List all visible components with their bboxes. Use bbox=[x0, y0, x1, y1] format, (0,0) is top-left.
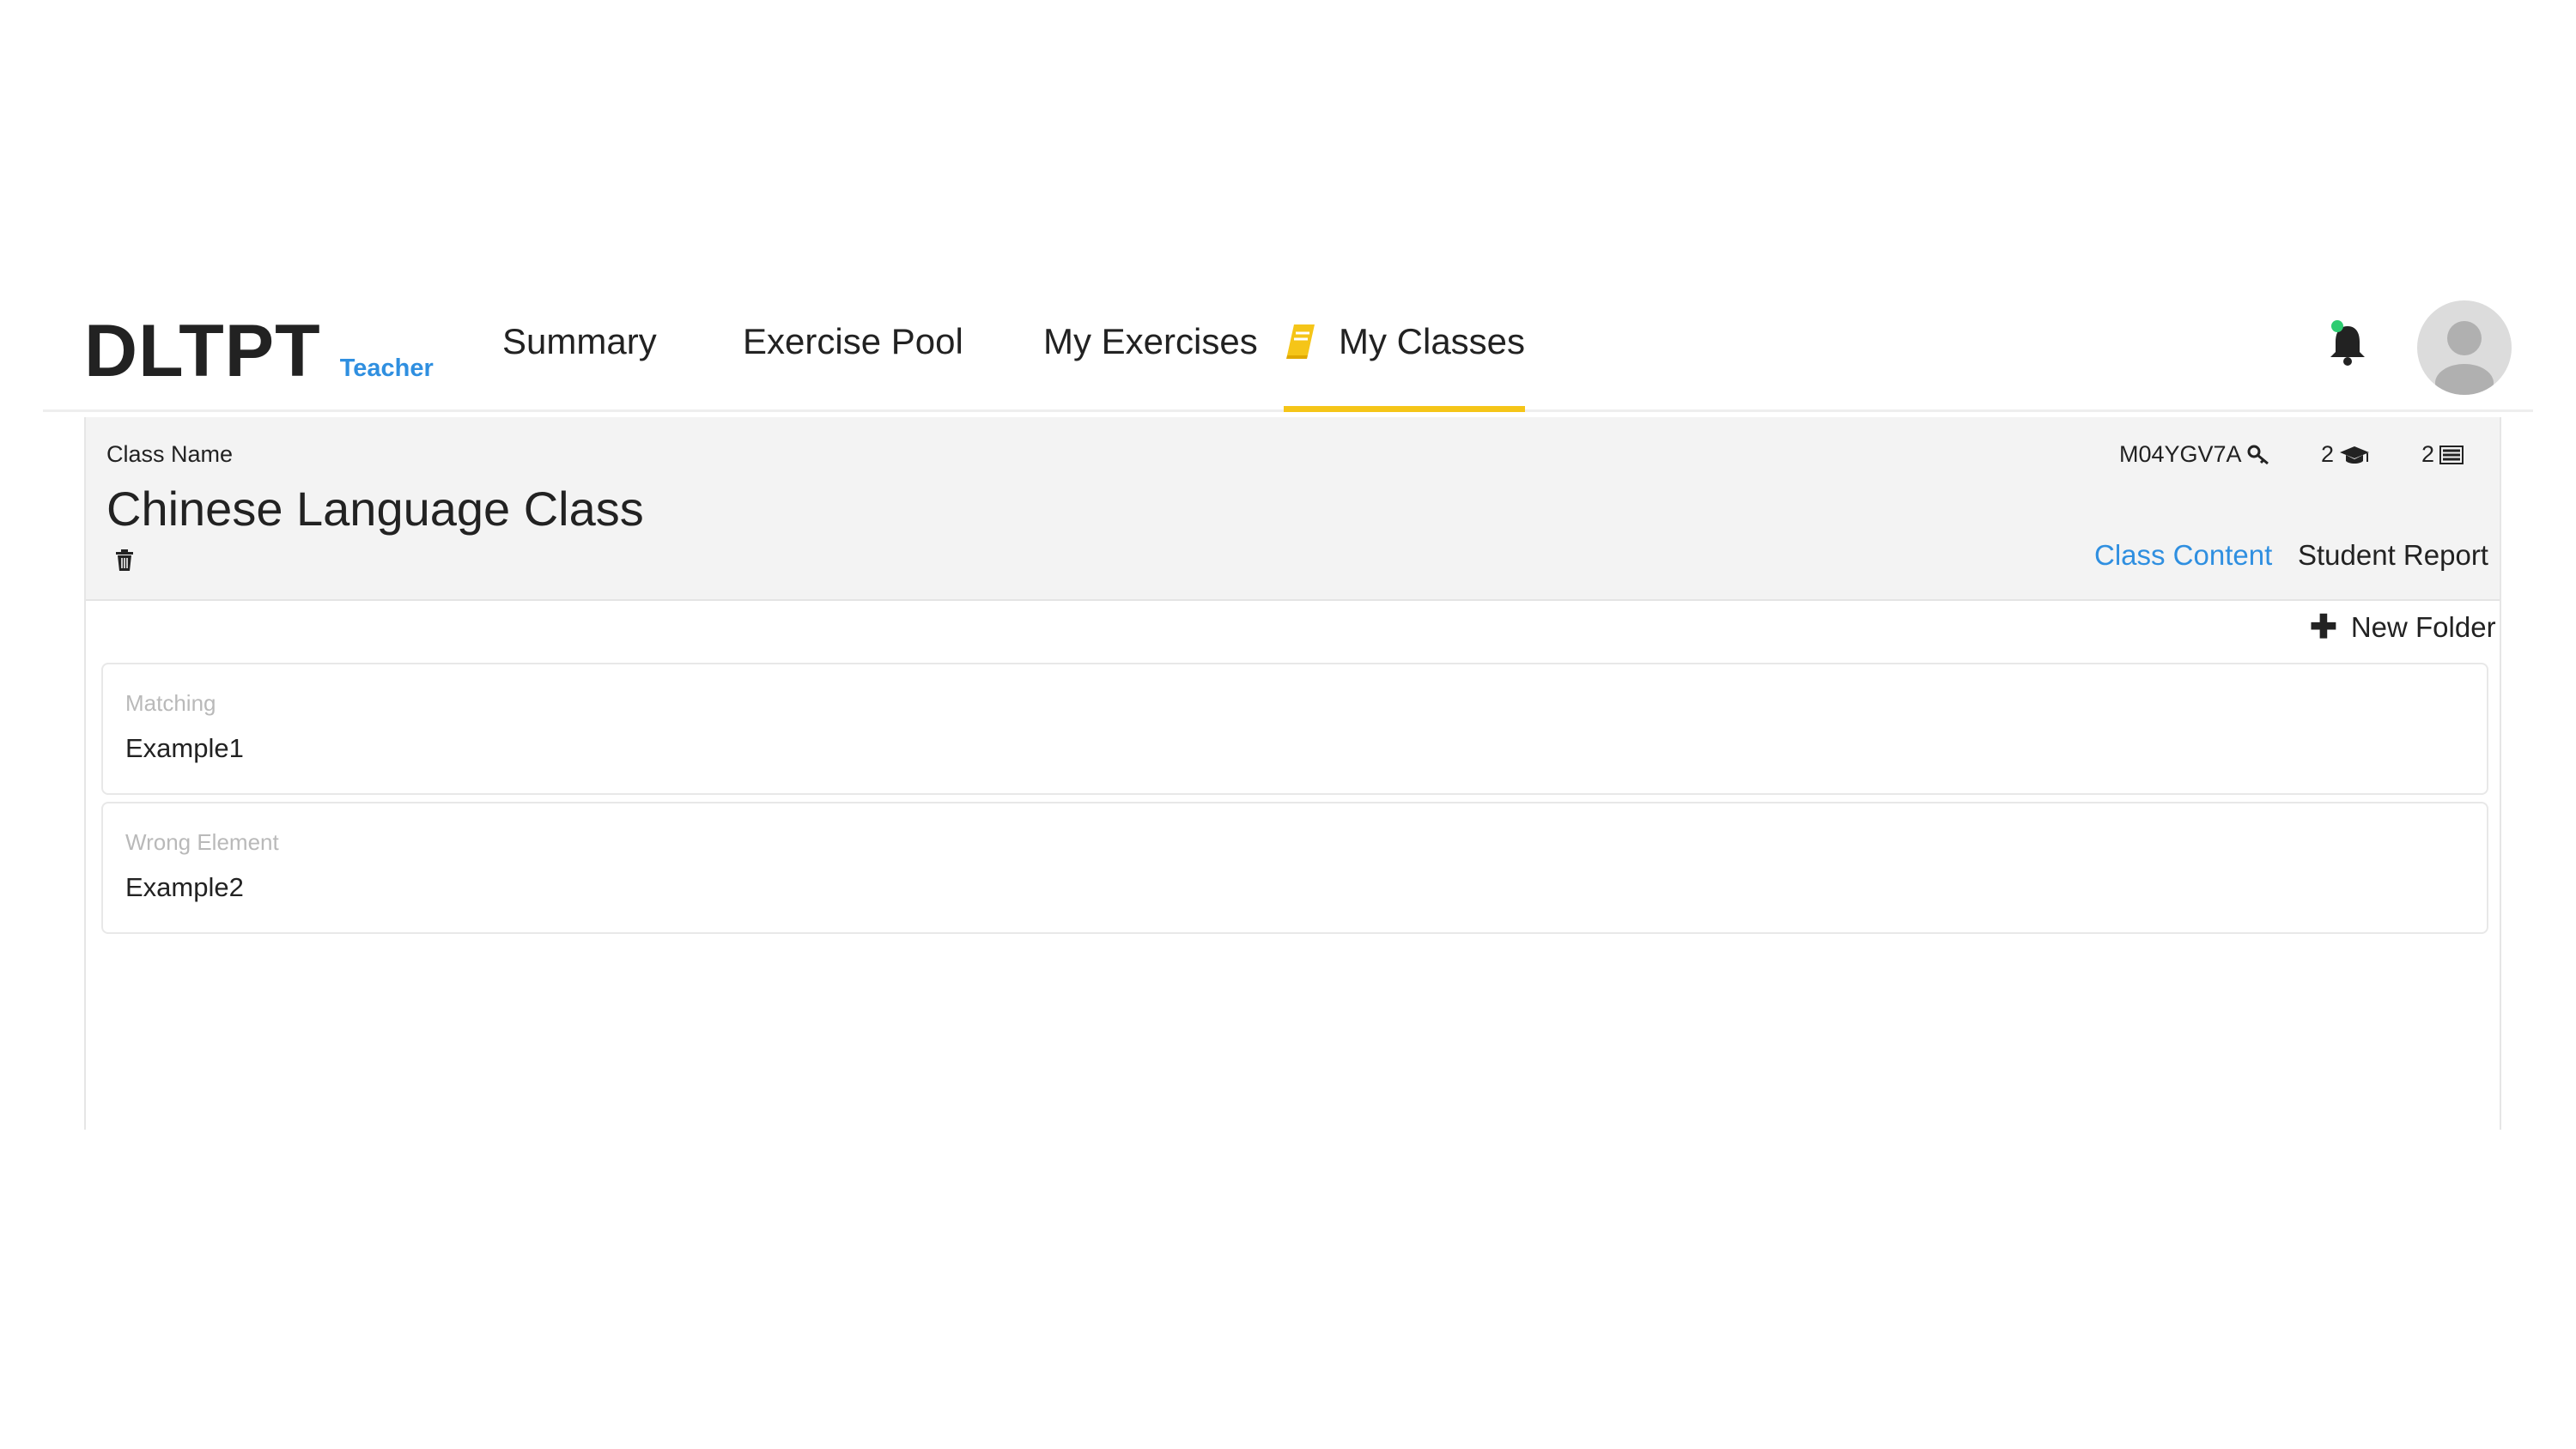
nav-my-exercises-label: My Exercises bbox=[1043, 321, 1258, 361]
nav-exercise-pool-label: Exercise Pool bbox=[743, 321, 963, 361]
class-title: Chinese Language Class bbox=[106, 482, 644, 536]
folder-item[interactable]: Matching Example1 bbox=[101, 663, 2488, 795]
key-icon bbox=[2247, 445, 2269, 464]
app-root: DLTPT Teacher Summary Exercise Pool My E… bbox=[0, 0, 2576, 1449]
graduation-cap-icon bbox=[2340, 446, 2370, 464]
nav-my-classes-label: My Classes bbox=[1339, 321, 1526, 361]
trash-icon[interactable] bbox=[115, 549, 134, 572]
exercise-count-value: 2 bbox=[2421, 441, 2435, 467]
class-code[interactable]: M04YGV7A bbox=[2119, 441, 2269, 468]
exercise-count: 2 bbox=[2421, 441, 2464, 468]
nav-summary[interactable]: Summary bbox=[502, 321, 657, 412]
tab-student-report[interactable]: Student Report bbox=[2298, 539, 2488, 572]
top-navbar: DLTPT Teacher Summary Exercise Pool My E… bbox=[43, 292, 2533, 412]
folder-name: Example2 bbox=[125, 872, 244, 902]
tab-class-content[interactable]: Class Content bbox=[2094, 539, 2272, 572]
class-code-value: M04YGV7A bbox=[2119, 441, 2242, 467]
user-silhouette-icon bbox=[2435, 321, 2494, 395]
brand-logo: DLTPT bbox=[84, 310, 321, 392]
active-tab-indicator bbox=[1284, 406, 1526, 412]
user-avatar[interactable] bbox=[2417, 300, 2512, 395]
folder-list: Matching Example1 Wrong Element Example2 bbox=[101, 663, 2488, 941]
bell-icon[interactable] bbox=[2327, 319, 2368, 367]
plus-icon: ✚ bbox=[2310, 609, 2337, 646]
nav-my-classes[interactable]: My Classes bbox=[1284, 321, 1526, 412]
nav-exercise-pool[interactable]: Exercise Pool bbox=[743, 321, 963, 412]
nav-summary-label: Summary bbox=[502, 321, 657, 361]
new-folder-button[interactable]: ✚ New Folder bbox=[2310, 608, 2496, 646]
folder-item[interactable]: Wrong Element Example2 bbox=[101, 802, 2488, 934]
role-label: Teacher bbox=[339, 355, 434, 382]
folder-name: Example1 bbox=[125, 733, 244, 763]
class-header: Class Name Chinese Language Class M04YGV… bbox=[86, 417, 2500, 601]
folder-type: Wrong Element bbox=[125, 829, 279, 855]
class-name-label: Class Name bbox=[106, 441, 234, 467]
brand[interactable]: DLTPT Teacher bbox=[84, 309, 434, 394]
student-count: 2 bbox=[2321, 441, 2370, 468]
nav-my-exercises[interactable]: My Exercises bbox=[1043, 321, 1258, 412]
folder-type: Matching bbox=[125, 690, 216, 716]
student-count-value: 2 bbox=[2321, 441, 2335, 467]
class-panel: Class Name Chinese Language Class M04YGV… bbox=[84, 417, 2501, 1130]
list-icon bbox=[2439, 445, 2464, 464]
book-icon bbox=[1286, 324, 1315, 359]
new-folder-label: New Folder bbox=[2350, 610, 2496, 643]
